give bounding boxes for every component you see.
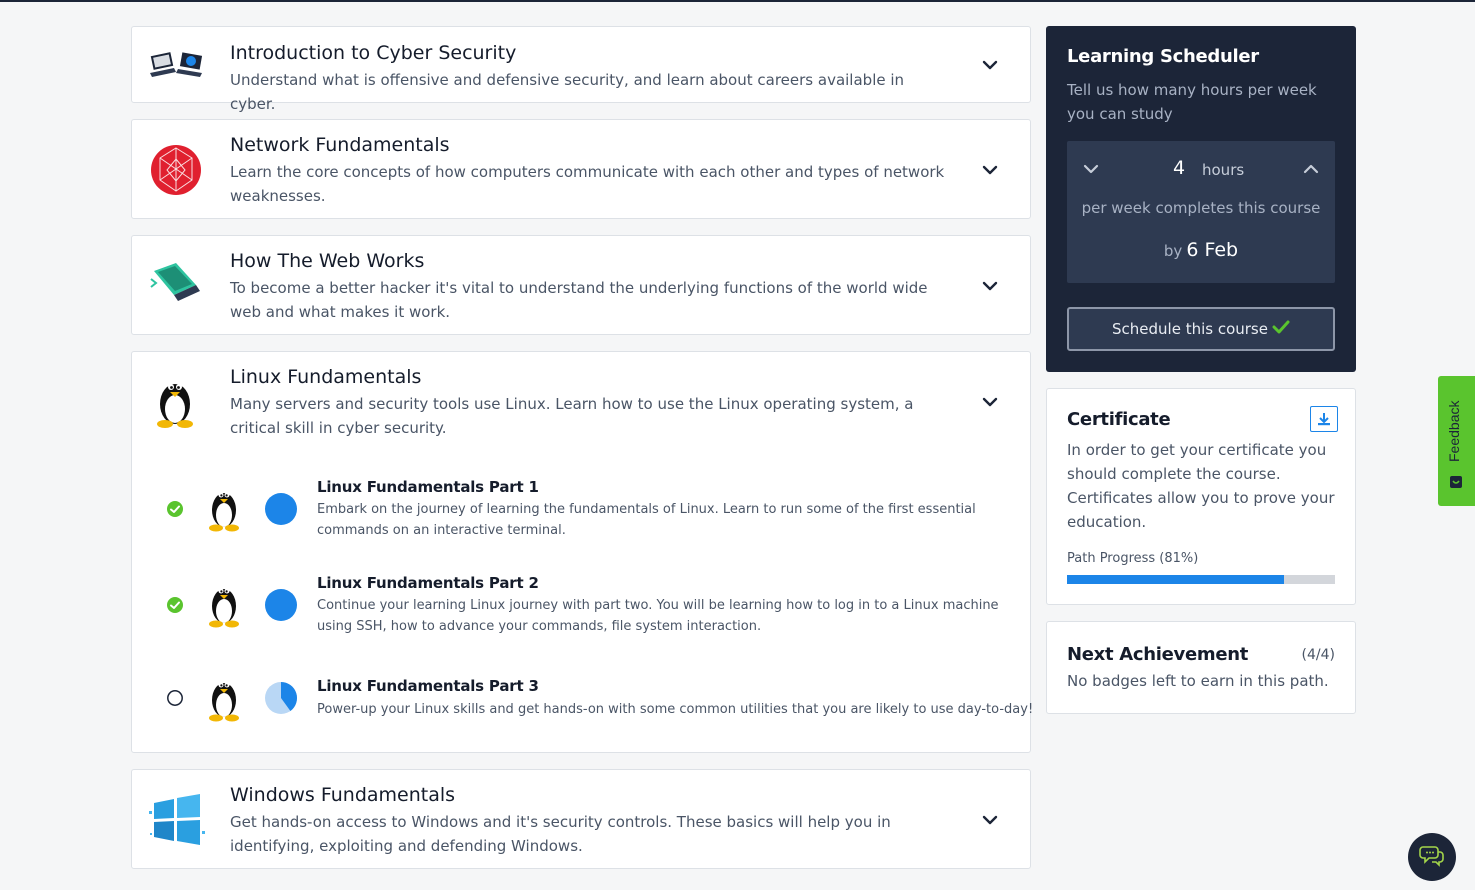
chevron-down-icon[interactable] <box>980 160 1000 180</box>
module-description: Get hands-on access to Windows and it's … <box>230 813 891 855</box>
tux-icon <box>202 674 246 722</box>
tux-icon <box>202 580 246 628</box>
chevron-up-icon[interactable] <box>1301 159 1321 179</box>
certificate-text: In order to get your certificate you sho… <box>1067 441 1335 531</box>
certificate-card: Certificate In order to get your certifi… <box>1046 388 1356 605</box>
achievement-title: Next Achievement <box>1067 644 1249 665</box>
checkmark-icon <box>1272 319 1290 339</box>
network-globe-icon <box>148 141 206 199</box>
room-row-linux-part-2[interactable]: Linux Fundamentals Part 2 Continue your … <box>132 570 1030 640</box>
module-card-windows[interactable]: Windows Fundamentals Get hands-on access… <box>131 769 1031 869</box>
schedule-course-button[interactable]: Schedule this course <box>1067 307 1335 351</box>
laptops-icon <box>148 37 206 95</box>
module-card-web[interactable]: How The Web Works To become a better hac… <box>131 235 1031 335</box>
module-title: How The Web Works <box>230 250 425 272</box>
scheduler-title: Learning Scheduler <box>1067 46 1259 67</box>
module-card-intro-cyber[interactable]: Introduction to Cyber Security Understan… <box>131 26 1031 113</box>
tux-icon <box>148 372 206 430</box>
chevron-down-icon[interactable] <box>980 55 1000 75</box>
achievement-card: Next Achievement (4/4) No badges left to… <box>1046 621 1356 714</box>
chat-button[interactable] <box>1408 833 1456 881</box>
progress-track <box>265 589 297 621</box>
download-icon[interactable] <box>1310 406 1338 432</box>
path-progress-bar <box>1067 575 1335 584</box>
feedback-smile-icon <box>1449 474 1463 488</box>
module-title: Network Fundamentals <box>230 134 450 156</box>
tux-icon <box>202 484 246 532</box>
incomplete-circle-icon <box>166 689 184 707</box>
achievement-text: No badges left to earn in this path. <box>1067 672 1329 690</box>
schedule-button-label: Schedule this course <box>1112 320 1268 338</box>
chevron-down-icon[interactable] <box>980 392 1000 412</box>
hours-unit: hours <box>1202 161 1245 179</box>
hours-value: 4 <box>1173 157 1186 179</box>
chevron-down-icon[interactable] <box>1081 159 1101 179</box>
module-title: Windows Fundamentals <box>230 784 456 806</box>
hours-selector: 4 hours per week completes this course b… <box>1067 141 1335 283</box>
chevron-down-icon[interactable] <box>980 810 1000 830</box>
room-row-linux-part-3[interactable]: Linux Fundamentals Part 3 Power-up your … <box>132 672 1034 742</box>
progress-track <box>265 493 297 525</box>
room-title[interactable]: Linux Fundamentals Part 3 <box>317 677 539 695</box>
by-label: by <box>1163 242 1183 260</box>
windows-icon <box>148 791 206 849</box>
room-progress-icon <box>263 491 299 527</box>
room-row-linux-part-1[interactable]: Linux Fundamentals Part 1 Embark on the … <box>132 474 1030 544</box>
feedback-tab[interactable]: Feedback <box>1438 376 1475 506</box>
room-title[interactable]: Linux Fundamentals Part 2 <box>317 574 539 592</box>
chat-icon <box>1419 842 1445 872</box>
completed-check-icon <box>166 500 184 518</box>
path-progress-label: Path Progress (81%) <box>1067 551 1199 566</box>
module-title: Introduction to Cyber Security <box>230 42 517 64</box>
path-progress-fill <box>1067 575 1285 584</box>
completion-date: by 6 Feb <box>1067 239 1335 261</box>
room-description: Power-up your Linux skills and get hands… <box>317 702 1034 717</box>
room-description: Continue your learning Linux journey wit… <box>317 598 999 634</box>
completed-check-icon <box>166 596 184 614</box>
room-description: Embark on the journey of learning the fu… <box>317 502 976 538</box>
certificate-title: Certificate <box>1067 409 1171 430</box>
module-description: Many servers and security tools use Linu… <box>230 395 914 437</box>
module-description: Understand what is offensive and defensi… <box>230 71 905 113</box>
room-progress-icon <box>263 680 299 716</box>
chevron-down-icon[interactable] <box>980 276 1000 296</box>
room-title[interactable]: Linux Fundamentals Part 1 <box>317 478 539 496</box>
scheduler-subtitle: Tell us how many hours per week you can … <box>1067 81 1317 123</box>
achievement-count: (4/4) <box>1301 647 1335 663</box>
per-week-text: per week completes this course <box>1081 199 1321 217</box>
module-title: Linux Fundamentals <box>230 366 422 388</box>
top-border <box>0 0 1475 2</box>
room-progress-icon <box>263 587 299 623</box>
module-description: Learn the core concepts of how computers… <box>230 163 945 205</box>
learning-scheduler-panel: Learning Scheduler Tell us how many hour… <box>1046 26 1356 372</box>
module-description: To become a better hacker it's vital to … <box>230 279 928 321</box>
laptop-web-icon <box>148 257 206 315</box>
module-card-linux[interactable]: Linux Fundamentals Many servers and secu… <box>131 351 1034 753</box>
by-date: 6 Feb <box>1186 239 1239 261</box>
feedback-label: Feedback <box>1446 400 1462 462</box>
module-card-network[interactable]: Network Fundamentals Learn the core conc… <box>131 119 1031 219</box>
